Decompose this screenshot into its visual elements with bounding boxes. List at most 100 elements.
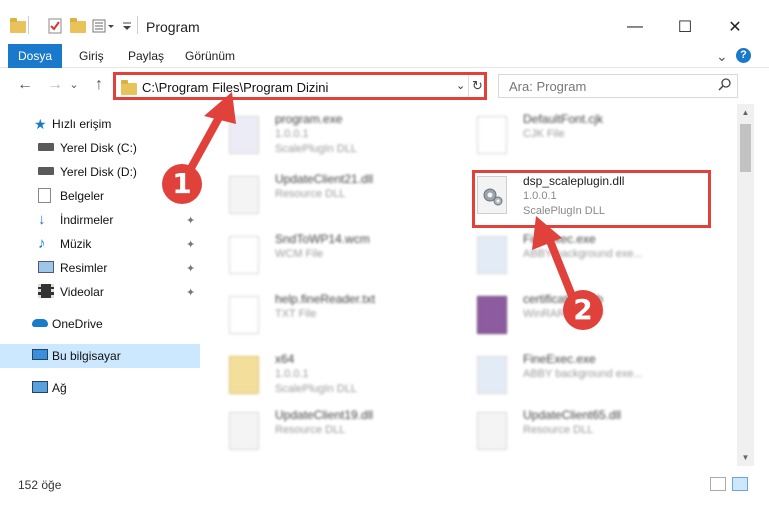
list-item[interactable]: UpdateClient19.dll Resource DLL: [205, 406, 465, 462]
properties-icon[interactable]: [48, 16, 62, 36]
sidebar-item-quick-access[interactable]: ★ Hızlı erişim: [0, 112, 200, 136]
sidebar-item-music[interactable]: ♪ Müzik ✦: [0, 232, 200, 256]
navigation-pane: ★ Hızlı erişim Yerel Disk (C:) Yerel Dis…: [0, 104, 205, 466]
tab-share[interactable]: Paylaş: [128, 44, 164, 68]
refresh-button[interactable]: ↻: [468, 75, 486, 97]
separator: [28, 16, 29, 34]
pin-icon[interactable]: ✦: [186, 286, 195, 299]
window-title: Program: [146, 19, 200, 35]
documents-icon: [38, 188, 51, 203]
sidebar-item-local-disk-c[interactable]: Yerel Disk (C:): [0, 136, 200, 160]
exe-file-icon: [477, 356, 507, 394]
sidebar-item-onedrive[interactable]: OneDrive: [0, 312, 200, 336]
vertical-scrollbar[interactable]: ▲ ▼: [737, 104, 754, 466]
search-box[interactable]: Ara: Program: [498, 74, 738, 98]
computer-icon: [32, 349, 48, 360]
sidebar-item-label: Yerel Disk (C:): [60, 141, 137, 155]
file-type: TXT File: [275, 308, 317, 320]
status-bar: 152 öğe: [0, 470, 769, 505]
address-bar[interactable]: C:\Program Files\Program Dizini ⌄ ↻: [113, 72, 487, 100]
close-button[interactable]: ✕: [712, 12, 758, 42]
back-button[interactable]: ←: [14, 74, 36, 96]
list-item[interactable]: UpdateClient21.dll Resource DLL: [205, 170, 465, 226]
pin-icon[interactable]: ✦: [186, 238, 195, 251]
scroll-thumb[interactable]: [740, 124, 751, 172]
address-path[interactable]: C:\Program Files\Program Dizini: [142, 80, 328, 95]
text-file-icon: [229, 296, 259, 334]
up-button[interactable]: ↑: [88, 74, 110, 96]
new-folder-icon[interactable]: [70, 16, 86, 36]
sidebar-item-network[interactable]: Ağ: [0, 376, 200, 400]
list-item[interactable]: x64 1.0.0.1 ScalePlugIn DLL: [205, 350, 465, 406]
file-type: ABBY background exe...: [523, 248, 643, 260]
item-count: 152 öğe: [18, 478, 62, 492]
exe-file-icon: [477, 236, 507, 274]
ribbon-tabs: Dosya Giriş Paylaş Görünüm ⌄ ?: [0, 44, 769, 68]
list-item[interactable]: program.exe 1.0.0.1 ScalePlugIn DLL: [205, 110, 465, 166]
sidebar-item-downloads[interactable]: ↓ İndirmeler ✦: [0, 208, 200, 232]
tab-view[interactable]: Görünüm: [185, 44, 235, 68]
tab-home[interactable]: Giriş: [79, 44, 104, 68]
scroll-up-icon[interactable]: ▲: [737, 104, 754, 121]
file-list: program.exe 1.0.0.1 ScalePlugIn DLL Upda…: [205, 104, 737, 466]
sidebar-item-pictures[interactable]: Resimler ✦: [0, 256, 200, 280]
sidebar-item-label: Ağ: [52, 381, 67, 395]
sidebar-item-label: OneDrive: [52, 317, 103, 331]
file-type: CJK File: [523, 128, 565, 140]
file-type: Resource DLL: [523, 424, 594, 436]
file-name: SndToWP14.wcm: [275, 232, 370, 246]
archive-icon: [477, 296, 507, 334]
file-type: Resource DLL: [275, 424, 346, 436]
file-type: Resource DLL: [275, 188, 346, 200]
search-placeholder[interactable]: Ara: Program: [509, 79, 586, 94]
star-icon: ★: [34, 116, 47, 132]
file-name: UpdateClient19.dll: [275, 408, 374, 422]
file-name: UpdateClient21.dll: [275, 172, 374, 186]
file-name: FineExec.exe: [523, 232, 596, 246]
scroll-down-icon[interactable]: ▼: [737, 449, 754, 466]
list-item[interactable]: FineExec.exe ABBY background exe...: [453, 230, 713, 286]
pin-icon[interactable]: ✦: [186, 214, 195, 227]
dropdown-icon[interactable]: [122, 16, 132, 36]
customize-icon[interactable]: [92, 16, 118, 36]
pictures-icon: [38, 261, 54, 273]
sidebar-item-this-pc[interactable]: Bu bilgisayar: [0, 344, 200, 368]
list-item[interactable]: DefaultFont.cjk CJK File: [453, 110, 713, 166]
sidebar-item-label: Hızlı erişim: [52, 117, 112, 131]
tab-file[interactable]: Dosya: [8, 44, 62, 68]
expand-ribbon-icon[interactable]: ⌄: [716, 44, 728, 68]
list-item[interactable]: SndToWP14.wcm WCM File: [205, 230, 465, 286]
maximize-button[interactable]: ☐: [662, 12, 708, 42]
recent-locations-button[interactable]: ⌄: [68, 74, 80, 96]
dll-file-icon: [229, 412, 259, 450]
details-view-icon[interactable]: [710, 477, 726, 491]
file-type: ABBY background exe...: [523, 368, 643, 380]
file-name: DefaultFont.cjk: [523, 112, 604, 126]
pin-icon[interactable]: ✦: [186, 262, 195, 275]
network-icon: [32, 381, 48, 393]
sidebar-item-label: Belgeler: [60, 189, 105, 203]
search-icon: [718, 78, 731, 94]
file-description: ScalePlugIn DLL: [275, 383, 357, 395]
file-version: 1.0.0.1: [275, 368, 309, 380]
minimize-button[interactable]: —: [612, 12, 658, 42]
navigation-bar: ← → ⌄ ↑ C:\Program Files\Program Dizini …: [0, 70, 769, 102]
callout-step-2: 2: [563, 290, 603, 330]
download-icon: ↓: [38, 211, 46, 228]
large-icons-view-icon[interactable]: [732, 477, 748, 491]
file-description: ScalePlugIn DLL: [275, 143, 357, 155]
list-item[interactable]: help.fineReader.txt TXT File: [205, 290, 465, 346]
sidebar-item-videos[interactable]: Videolar ✦: [0, 280, 200, 304]
music-icon: ♪: [38, 235, 46, 252]
file-icon: [229, 236, 259, 274]
callout-step-1: 1: [162, 164, 202, 204]
forward-button[interactable]: →: [44, 74, 66, 96]
dll-file-icon: [477, 412, 507, 450]
folder-icon: [229, 356, 259, 394]
file-version: 1.0.0.1: [275, 128, 309, 140]
title-bar: Program — ☐ ✕: [0, 0, 769, 44]
list-item[interactable]: UpdateClient65.dll Resource DLL: [453, 406, 713, 462]
help-icon[interactable]: ?: [736, 48, 751, 63]
list-item[interactable]: FineExec.exe ABBY background exe...: [453, 350, 713, 406]
chevron-down-icon[interactable]: ⌄: [456, 79, 465, 92]
